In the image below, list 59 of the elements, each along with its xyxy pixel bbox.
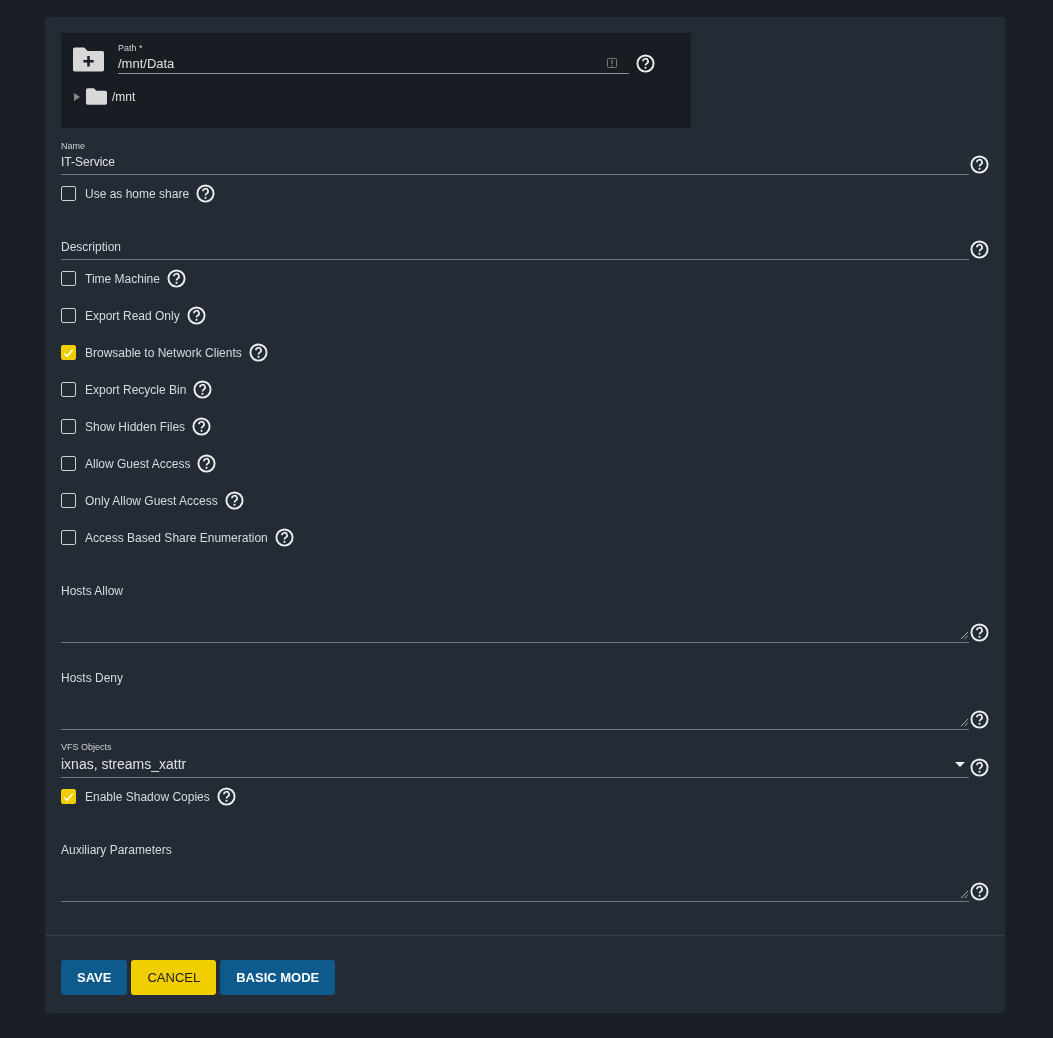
checkbox-label[interactable]: Show Hidden Files: [85, 419, 186, 434]
checkbox[interactable]: [61, 530, 76, 545]
tree-node-label[interactable]: /mnt: [112, 89, 136, 104]
select-field[interactable]: ixnas, streams_xattr: [61, 756, 969, 778]
resize-grip-icon[interactable]: [961, 632, 968, 639]
help-icon[interactable]: [196, 183, 216, 203]
checkbox[interactable]: [61, 345, 76, 360]
resize-grip-icon[interactable]: [961, 891, 968, 898]
checkbox[interactable]: [61, 186, 76, 201]
checkbox-label[interactable]: Allow Guest Access: [85, 456, 191, 471]
checkbox[interactable]: [61, 271, 76, 286]
checkbox-label[interactable]: Export Read Only: [85, 308, 180, 323]
help-icon[interactable]: [216, 786, 236, 806]
checkbox[interactable]: [61, 493, 76, 508]
expand-triangle-icon[interactable]: [73, 92, 81, 101]
checkbox-label[interactable]: Only Allow Guest Access: [85, 493, 218, 508]
folder-plus-icon[interactable]: [73, 47, 104, 72]
help-icon[interactable]: [197, 453, 217, 473]
checkbox-label[interactable]: Access Based Share Enumeration: [85, 530, 268, 545]
checkbox-label[interactable]: Time Machine: [85, 271, 160, 286]
field-label: Hosts Allow: [61, 584, 125, 598]
help-icon[interactable]: [166, 268, 186, 288]
help-icon[interactable]: [224, 490, 244, 510]
path-label: Path *: [118, 43, 144, 53]
checkbox[interactable]: [61, 419, 76, 434]
path-field[interactable]: /mnt/Data: [118, 53, 629, 74]
help-icon[interactable]: [248, 342, 268, 362]
checkbox[interactable]: [61, 789, 76, 804]
checkbox-label[interactable]: Use as home share: [85, 186, 190, 201]
help-icon[interactable]: [636, 53, 655, 73]
dropdown-caret-icon[interactable]: [955, 761, 965, 767]
field-label: Name: [61, 141, 86, 151]
form-button[interactable]: BASIC MODE: [220, 960, 336, 995]
checkbox-label[interactable]: Export Recycle Bin: [85, 382, 187, 397]
info-icon: [607, 58, 617, 68]
checkbox[interactable]: [61, 382, 76, 397]
help-icon[interactable]: [970, 710, 989, 729]
help-icon[interactable]: [970, 882, 989, 901]
resize-grip-icon[interactable]: [961, 719, 968, 726]
form-button[interactable]: SAVE: [61, 960, 128, 995]
checkbox-label[interactable]: Enable Shadow Copies: [85, 789, 210, 804]
checkbox[interactable]: [61, 456, 76, 471]
folder-icon: [86, 88, 107, 105]
help-icon[interactable]: [186, 305, 206, 325]
help-icon[interactable]: [970, 240, 989, 259]
help-icon[interactable]: [970, 758, 989, 777]
text-field[interactable]: Description: [61, 240, 969, 260]
field-label: Hosts Deny: [61, 671, 125, 685]
checkbox[interactable]: [61, 308, 76, 323]
text-field[interactable]: IT-Service: [61, 155, 969, 175]
help-icon[interactable]: [274, 527, 294, 547]
checkbox-label[interactable]: Browsable to Network Clients: [85, 345, 242, 360]
help-icon[interactable]: [193, 379, 213, 399]
help-icon[interactable]: [970, 623, 989, 642]
help-icon[interactable]: [192, 416, 212, 436]
field-label: VFS Objects: [61, 742, 113, 752]
form-button[interactable]: CANCEL: [131, 960, 217, 995]
help-icon[interactable]: [970, 155, 989, 174]
field-label: Auxiliary Parameters: [61, 843, 173, 857]
